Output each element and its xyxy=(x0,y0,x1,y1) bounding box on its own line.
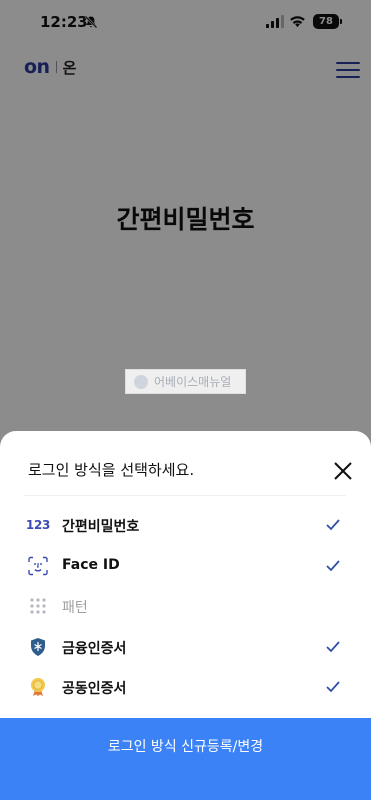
option-label: Face ID xyxy=(62,557,120,573)
pattern-dots-icon xyxy=(30,598,46,614)
option-joint-certificate[interactable]: 공동인증서 xyxy=(0,669,371,705)
watermark-text: 어베이스매뉴얼 xyxy=(154,375,232,389)
check-icon xyxy=(326,641,340,653)
pin-123-label: 123 xyxy=(25,518,51,532)
option-label: 금융인증서 xyxy=(62,641,127,657)
close-icon[interactable] xyxy=(331,459,355,483)
check-icon xyxy=(326,560,340,572)
check-icon xyxy=(326,681,340,693)
register-change-login-method-button[interactable]: 로그인 방식 신규등록/변경 xyxy=(0,718,371,800)
watermark: 어베이스매뉴얼 xyxy=(125,369,246,394)
sheet-divider xyxy=(24,495,346,496)
option-face-id[interactable]: Face ID xyxy=(0,548,371,584)
option-simple-password[interactable]: 123 간편비밀번호 xyxy=(0,507,371,543)
sheet-title: 로그인 방식을 선택하세요. xyxy=(28,461,195,479)
watermark-logo xyxy=(134,374,148,389)
option-label: 패턴 xyxy=(62,600,88,616)
option-label: 간편비밀번호 xyxy=(62,519,140,535)
pin-123-icon: 123 xyxy=(25,515,51,535)
option-financial-certificate[interactable]: 금융인증서 xyxy=(0,629,371,665)
option-pattern[interactable]: 패턴 xyxy=(0,588,371,624)
medal-certificate-icon xyxy=(31,678,45,696)
check-icon xyxy=(326,519,340,531)
shield-certificate-icon xyxy=(31,638,45,656)
option-label: 공동인증서 xyxy=(62,681,127,697)
face-id-icon xyxy=(28,556,48,576)
